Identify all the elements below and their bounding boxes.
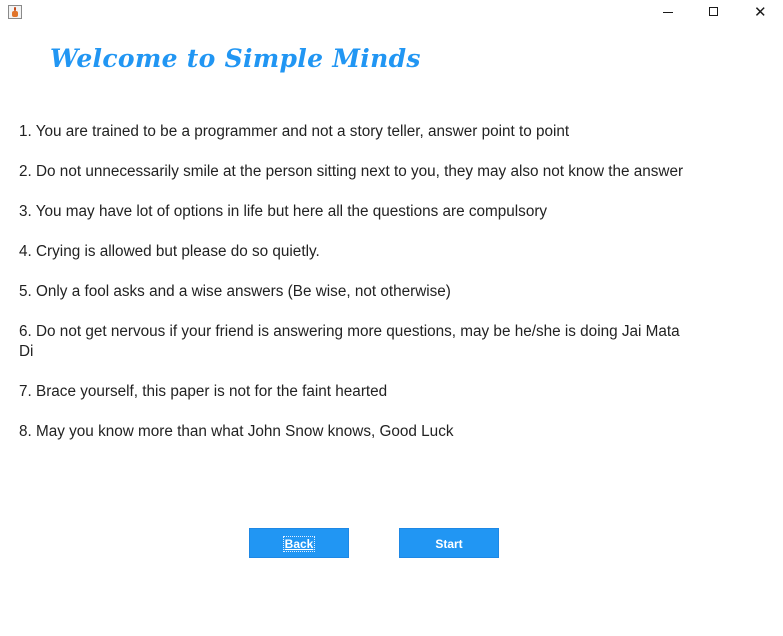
rule-item-1: 1. You are trained to be a programmer an…: [19, 123, 570, 140]
maximize-icon: [709, 7, 718, 16]
back-button-label: Back: [282, 536, 316, 552]
rules-window: ✕ Welcome to Simple Minds 1. You are tra…: [0, 0, 783, 636]
rule-item-3: 3. You may have lot of options in life b…: [19, 203, 548, 220]
rules-list: 1. You are trained to be a programmer an…: [19, 122, 739, 462]
rule-item-8: 8. May you know more than what John Snow…: [19, 423, 454, 440]
content-panel: Welcome to Simple Minds 1. You are train…: [0, 26, 783, 636]
welcome-heading: Welcome to Simple Minds: [50, 44, 421, 73]
rule-item-4: 4. Crying is allowed but please do so qu…: [19, 243, 320, 260]
rule-item-5: 5. Only a fool asks and a wise answers (…: [19, 283, 451, 300]
rule-item-6: 6. Do not get nervous if your friend is …: [19, 323, 680, 360]
start-button-label: Start: [435, 537, 463, 551]
close-icon: ✕: [754, 3, 767, 21]
rule-item-2: 2. Do not unnecessarily smile at the per…: [19, 163, 684, 180]
java-app-icon: [8, 5, 22, 19]
maximize-button[interactable]: [691, 0, 737, 26]
title-bar[interactable]: ✕: [0, 0, 783, 26]
start-button[interactable]: Start: [399, 528, 499, 558]
minimize-icon: [663, 12, 673, 13]
close-button[interactable]: ✕: [737, 0, 783, 26]
rule-item-7: 7. Brace yourself, this paper is not for…: [19, 383, 388, 400]
minimize-button[interactable]: [645, 0, 691, 26]
back-button[interactable]: Back: [249, 528, 349, 558]
